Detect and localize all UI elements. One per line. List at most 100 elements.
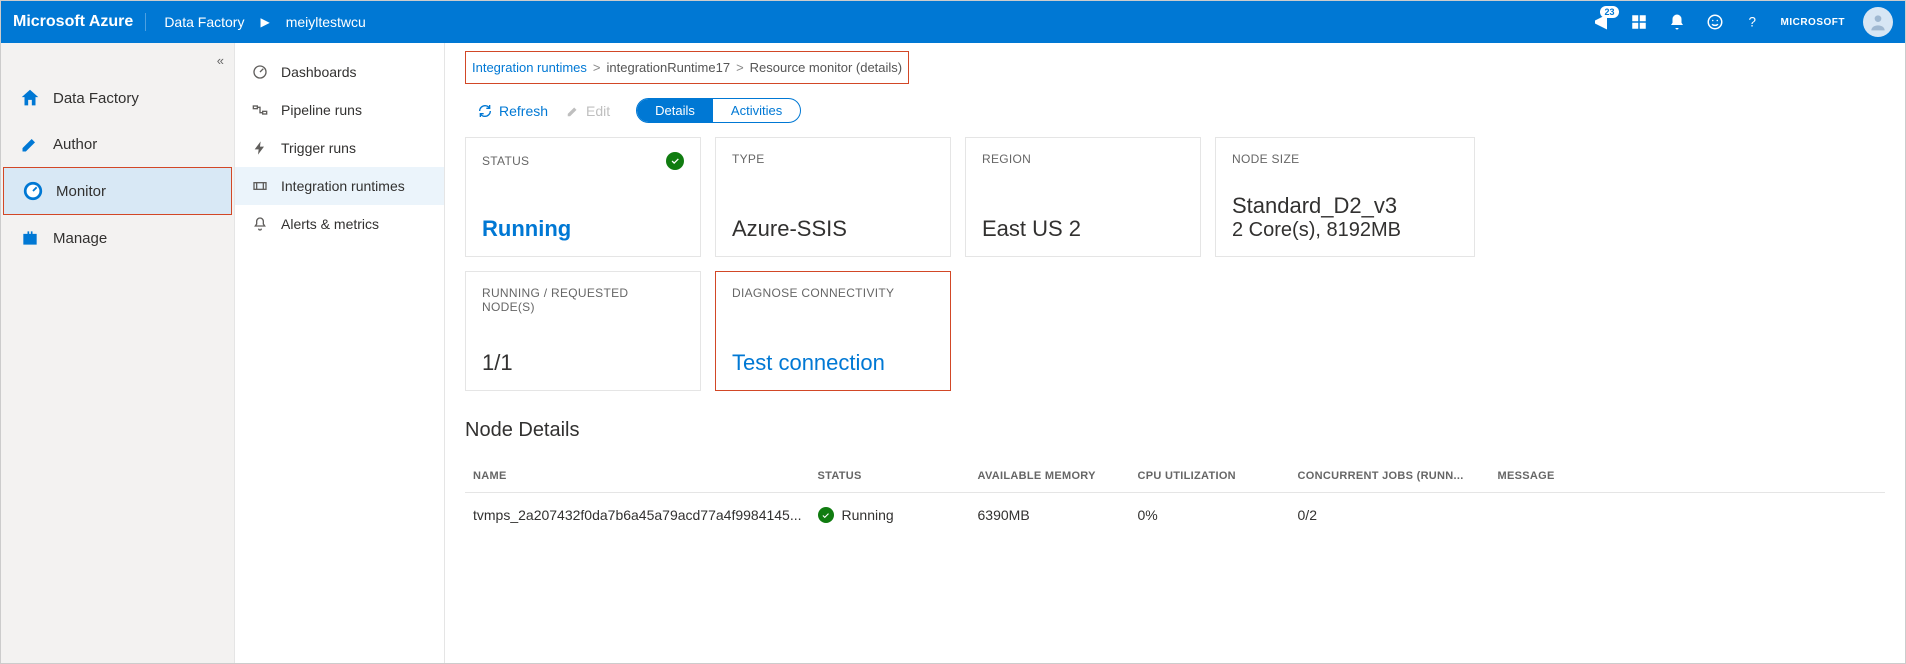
- nodes-value: 1/1: [482, 350, 684, 376]
- cards-row-1: STATUS Running TYPE Azure-SSIS REGION Ea…: [465, 137, 1885, 257]
- chevron-right-icon: >: [736, 60, 744, 75]
- tab-activities[interactable]: Activities: [713, 99, 800, 122]
- nav2-pipeline-runs[interactable]: Pipeline runs: [235, 91, 444, 129]
- header-right: 23 ? MICROSOFT: [1591, 7, 1894, 37]
- card-label: STATUS: [482, 152, 684, 170]
- node-details-title: Node Details: [465, 419, 1885, 442]
- cell-name: tvmps_2a207432f0da7b6a45a79acd77a4f99841…: [465, 493, 810, 538]
- card-running-nodes: RUNNING / REQUESTED NODE(S) 1/1: [465, 271, 701, 391]
- breadcrumb-mid: integrationRuntime17: [607, 60, 731, 75]
- nav-monitor[interactable]: Monitor: [3, 167, 232, 215]
- view-icon[interactable]: [1629, 12, 1649, 32]
- th-memory[interactable]: AVAILABLE MEMORY: [970, 460, 1130, 493]
- header-service[interactable]: Data Factory: [156, 14, 244, 30]
- gauge-icon: [22, 180, 44, 202]
- breadcrumb-leaf: Resource monitor (details): [750, 60, 902, 75]
- main-content: Integration runtimes > integrationRuntim…: [445, 43, 1905, 663]
- node-details: Node Details NAME STATUS AVAILABLE MEMOR…: [465, 419, 1885, 537]
- home-icon: [19, 87, 41, 109]
- help-icon[interactable]: ?: [1743, 12, 1763, 32]
- breadcrumb-root[interactable]: Integration runtimes: [472, 60, 587, 75]
- refresh-icon: [477, 103, 493, 119]
- ir-icon: [251, 177, 269, 195]
- th-status[interactable]: STATUS: [810, 460, 970, 493]
- th-message[interactable]: MESSAGE: [1490, 460, 1885, 493]
- bell-icon: [251, 215, 269, 233]
- status-text: Running: [842, 507, 894, 523]
- card-diagnose-connectivity: DIAGNOSE CONNECTIVITY Test connection: [715, 271, 951, 391]
- nav2-alerts-metrics[interactable]: Alerts & metrics: [235, 205, 444, 243]
- cell-status: Running: [810, 493, 970, 538]
- table-row[interactable]: tvmps_2a207432f0da7b6a45a79acd77a4f99841…: [465, 493, 1885, 538]
- chevron-right-icon: >: [593, 60, 601, 75]
- primary-nav: « Data Factory Author Monitor Manage: [1, 43, 235, 663]
- cell-cpu: 0%: [1130, 493, 1290, 538]
- status-value[interactable]: Running: [482, 216, 684, 242]
- card-label: RUNNING / REQUESTED NODE(S): [482, 286, 684, 314]
- trigger-icon: [251, 139, 269, 157]
- nodesize-sub: 2 Core(s), 8192MB: [1232, 219, 1458, 242]
- header-left: Microsoft Azure Data Factory ▶ meiyltest…: [13, 13, 366, 31]
- table-header-row: NAME STATUS AVAILABLE MEMORY CPU UTILIZA…: [465, 460, 1885, 493]
- collapse-icon[interactable]: «: [217, 53, 224, 68]
- nav2-label: Alerts & metrics: [281, 216, 379, 232]
- nav-data-factory[interactable]: Data Factory: [1, 75, 234, 121]
- cards-row-2: RUNNING / REQUESTED NODE(S) 1/1 DIAGNOSE…: [465, 271, 1885, 391]
- feedback-icon[interactable]: [1705, 12, 1725, 32]
- nav2-label: Trigger runs: [281, 140, 356, 156]
- brand[interactable]: Microsoft Azure: [13, 13, 146, 31]
- toolbar: Refresh Edit Details Activities: [465, 90, 1885, 137]
- nav2-dashboards[interactable]: Dashboards: [235, 53, 444, 91]
- tab-group: Details Activities: [636, 98, 801, 123]
- card-label: NODE SIZE: [1232, 152, 1458, 166]
- refresh-label: Refresh: [499, 103, 548, 119]
- nav-label: Monitor: [56, 183, 106, 200]
- briefcase-icon: [19, 227, 41, 249]
- nodesize-value: Standard_D2_v3: [1232, 193, 1458, 219]
- cell-memory: 6390MB: [970, 493, 1130, 538]
- nav2-label: Dashboards: [281, 64, 357, 80]
- card-label: REGION: [982, 152, 1184, 166]
- card-region: REGION East US 2: [965, 137, 1201, 257]
- pencil-icon: [19, 133, 41, 155]
- pipeline-icon: [251, 101, 269, 119]
- check-icon: [818, 507, 834, 523]
- edit-button: Edit: [566, 103, 610, 119]
- nav2-integration-runtimes[interactable]: Integration runtimes: [235, 167, 444, 205]
- region-value: East US 2: [982, 216, 1184, 242]
- th-cpu[interactable]: CPU UTILIZATION: [1130, 460, 1290, 493]
- announcement-icon[interactable]: 23: [1591, 12, 1611, 32]
- nav-author[interactable]: Author: [1, 121, 234, 167]
- avatar[interactable]: [1863, 7, 1893, 37]
- card-label: DIAGNOSE CONNECTIVITY: [732, 286, 934, 300]
- cell-message: [1490, 493, 1885, 538]
- tenant-label: MICROSOFT: [1781, 17, 1846, 28]
- th-name[interactable]: NAME: [465, 460, 810, 493]
- nav-label: Data Factory: [53, 90, 139, 107]
- nav-manage[interactable]: Manage: [1, 215, 234, 261]
- tab-details[interactable]: Details: [637, 99, 713, 122]
- nav2-label: Integration runtimes: [281, 178, 405, 194]
- notification-badge: 23: [1600, 6, 1618, 18]
- card-node-size: NODE SIZE Standard_D2_v3 2 Core(s), 8192…: [1215, 137, 1475, 257]
- nav-label: Author: [53, 136, 97, 153]
- nav2-label: Pipeline runs: [281, 102, 362, 118]
- test-connection-button[interactable]: Test connection: [732, 350, 934, 376]
- card-type: TYPE Azure-SSIS: [715, 137, 951, 257]
- node-table: NAME STATUS AVAILABLE MEMORY CPU UTILIZA…: [465, 460, 1885, 537]
- pencil-icon: [566, 104, 580, 118]
- nav2-trigger-runs[interactable]: Trigger runs: [235, 129, 444, 167]
- check-icon: [666, 152, 684, 170]
- edit-label: Edit: [586, 103, 610, 119]
- card-label: TYPE: [732, 152, 934, 166]
- refresh-button[interactable]: Refresh: [477, 103, 548, 119]
- top-header: Microsoft Azure Data Factory ▶ meiyltest…: [1, 1, 1905, 43]
- svg-text:?: ?: [1748, 15, 1756, 30]
- breadcrumb: Integration runtimes > integrationRuntim…: [465, 51, 909, 84]
- dashboard-icon: [251, 63, 269, 81]
- th-jobs[interactable]: CONCURRENT JOBS (RUNN...: [1290, 460, 1490, 493]
- chevron-right-icon: ▶: [260, 15, 269, 29]
- cell-jobs: 0/2: [1290, 493, 1490, 538]
- header-instance[interactable]: meiyltestwcu: [286, 14, 366, 30]
- bell-icon[interactable]: [1667, 12, 1687, 32]
